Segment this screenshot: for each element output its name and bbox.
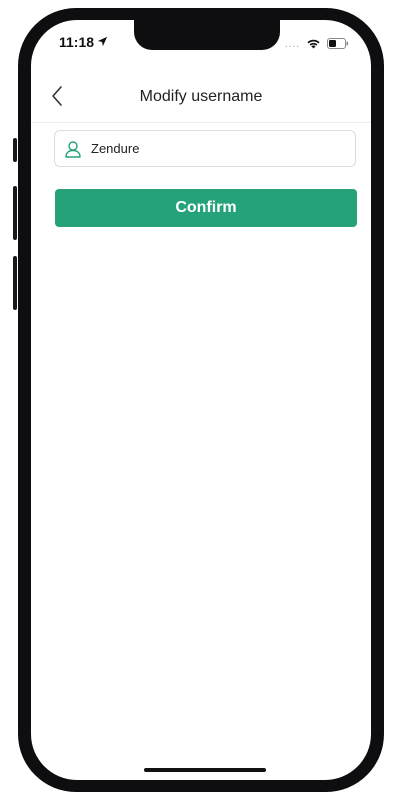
location-arrow-icon bbox=[97, 34, 108, 50]
phone-frame: 11:18 .... Modify username Zendure Confi… bbox=[13, 8, 384, 792]
page-title: Modify username bbox=[139, 88, 263, 105]
signal-dots: .... bbox=[284, 39, 300, 50]
side-button-volume-down bbox=[13, 256, 17, 310]
wifi-icon bbox=[306, 36, 321, 54]
username-input[interactable] bbox=[91, 141, 341, 156]
status-icons: .... bbox=[285, 36, 349, 54]
battery-icon bbox=[327, 36, 349, 54]
user-icon bbox=[63, 139, 83, 159]
side-button-mute bbox=[13, 138, 17, 162]
status-time-group: 11:18 bbox=[59, 34, 108, 50]
username-field[interactable] bbox=[54, 130, 356, 167]
navigation-bar: Modify username bbox=[31, 78, 371, 123]
status-bar: 11:18 .... bbox=[31, 20, 371, 66]
side-button-volume-up bbox=[13, 186, 17, 240]
confirm-button[interactable]: Confirm bbox=[55, 189, 357, 227]
app-screen: 11:18 .... Modify username Zendure Confi… bbox=[31, 20, 371, 780]
home-indicator[interactable] bbox=[144, 768, 266, 772]
status-time: 11:18 bbox=[59, 34, 95, 50]
